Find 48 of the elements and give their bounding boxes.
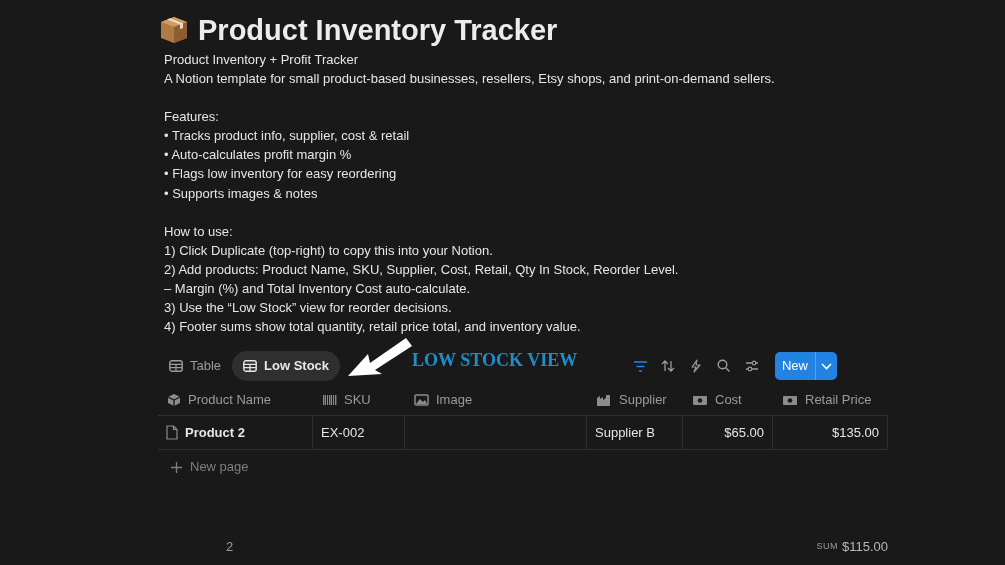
barcode-icon <box>322 392 337 407</box>
table-cell: $135.00 <box>773 416 888 451</box>
description-line: Product Inventory + Profit Tracker <box>164 51 359 69</box>
description-line: Features: <box>164 108 220 127</box>
description-line: • Flags low inventory for easy reordering <box>164 165 398 184</box>
description-line: • Supports images & notes <box>164 184 319 203</box>
view-tab[interactable]: Table <box>158 351 233 381</box>
view-tab[interactable]: Low Stock <box>232 351 341 381</box>
description-line: How to use: <box>164 222 234 241</box>
search-icon <box>717 359 731 374</box>
description-line: 2) Add products: Product Name, SKU, Supplier, Cost, Retail, Qty In Stock, Reorder Level. <box>164 260 680 279</box>
table-cell: Supplier B <box>587 416 683 451</box>
column-header[interactable]: Image <box>405 384 587 417</box>
column-header[interactable]: Cost <box>683 384 773 417</box>
annotation-label: LOW STOCK VIEW <box>412 348 578 372</box>
chevron-down-icon <box>821 362 832 370</box>
description-line: • Auto-calculates profit margin % <box>164 146 353 165</box>
count-value: 2 <box>226 537 234 556</box>
settings-icon <box>745 359 759 374</box>
table-icon <box>169 360 183 373</box>
table-icon <box>243 360 258 373</box>
column-header[interactable]: SKU <box>313 384 405 417</box>
row-title[interactable]: Product 2 <box>185 422 245 443</box>
description-line: 3) Use the “Low Stock” view for reorder decisions. <box>164 299 453 318</box>
column-header[interactable]: Retail Price <box>773 384 888 417</box>
description-line: – Margin (%) and Total Inventory Cost auto-calculate. <box>164 279 472 298</box>
plus-icon <box>171 461 182 473</box>
cube-icon <box>167 392 181 407</box>
lightning-icon <box>689 359 703 374</box>
description-line: 4) Footer sums show total quantity, retail price total, and inventory value. <box>164 318 582 337</box>
factory-icon <box>596 392 612 407</box>
column-header[interactable]: Supplier <box>587 384 683 417</box>
description-line: 1) Click Duplicate (top-right) to copy this into your Notion. <box>164 241 494 260</box>
table-cell: $65.00 <box>683 416 773 451</box>
description-line: A Notion template for small product-based businesses, resellers, Etsy shops, and print-on-demand sellers. <box>164 70 776 89</box>
page-title: Product Inventory Tracker <box>198 15 558 45</box>
table-cell: EX-002 <box>313 416 405 451</box>
new-page-button[interactable]: New page <box>158 450 255 485</box>
image-icon <box>414 392 429 407</box>
page-icon <box>166 425 178 441</box>
sort-icon <box>661 359 675 374</box>
package-icon <box>158 14 190 46</box>
filter-icon <box>634 360 647 372</box>
sum-value: $115.00 <box>841 537 888 556</box>
sum-label: SUM <box>816 539 838 553</box>
column-header[interactable]: Product Name <box>158 384 313 417</box>
filter-button[interactable] <box>632 358 649 374</box>
description-line: • Tracks product info, supplier, cost & retail <box>164 127 411 146</box>
